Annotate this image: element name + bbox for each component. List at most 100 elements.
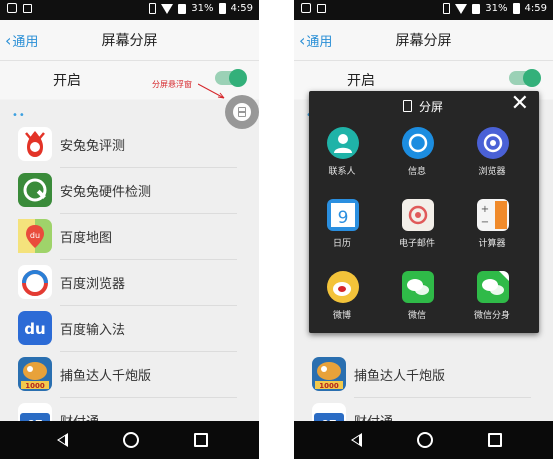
list-item-label: 捕鱼达人千炮版 <box>354 369 446 384</box>
nav-recent-icon[interactable] <box>194 433 208 447</box>
fishing-game-icon: 1000 <box>18 357 52 391</box>
baidu-browser-icon <box>18 265 52 299</box>
nav-back-icon[interactable] <box>351 433 362 447</box>
panel-app-label: 日历 <box>332 239 351 249</box>
wechat-icon <box>402 271 434 303</box>
svg-text:1000: 1000 <box>25 382 45 390</box>
status-bar: 31% 4:59 <box>0 0 259 20</box>
annotation-arrow <box>198 83 225 99</box>
panel-app-calculator[interactable]: + − 计算器 <box>462 199 522 259</box>
list-item-label: 捕鱼达人千炮版 <box>60 369 152 384</box>
calendar-icon: 9 <box>327 199 359 231</box>
clock: 4:59 <box>524 3 547 14</box>
panel-app-browser[interactable]: 浏览器 <box>462 127 522 187</box>
svg-text:9: 9 <box>338 208 349 228</box>
svg-text:1000: 1000 <box>319 382 339 390</box>
battery-percent: 31% <box>191 3 214 14</box>
panel-app-wechat-clone[interactable]: 微信分身 <box>462 271 522 331</box>
panel-app-label: 微信 <box>407 311 426 321</box>
panel-app-messages[interactable]: 信息 <box>387 127 447 187</box>
annotation-label: 分屏悬浮窗 <box>152 80 192 89</box>
signal-icon <box>178 3 187 14</box>
phone-screen-right: 31% 4:59 ‹通用 屏幕分屏 开启 •• 1000 捕鱼达人千炮版 07 … <box>294 0 553 459</box>
list-item[interactable]: du 百度地图 <box>0 214 259 260</box>
panel-app-weibo[interactable]: 微博 <box>312 271 372 331</box>
svg-text:du: du <box>24 320 45 338</box>
panel-app-calendar[interactable]: 9 日历 <box>312 199 372 259</box>
vibrate-icon <box>149 3 157 14</box>
vibrate-icon <box>443 3 451 14</box>
panel-app-label: 计算器 <box>478 239 506 249</box>
list-item[interactable]: 1000 捕鱼达人千炮版 <box>0 352 259 398</box>
list-item-label: 安兔兔评测 <box>60 139 126 154</box>
title-bar: ‹通用 屏幕分屏 <box>294 20 553 61</box>
battery-icon <box>512 3 520 14</box>
split-window-icon <box>238 107 246 117</box>
weibo-icon <box>327 271 359 303</box>
list-item-label: 百度输入法 <box>60 323 126 338</box>
panel-app-wechat[interactable]: 微信 <box>387 271 447 331</box>
page-title: 屏幕分屏 <box>395 33 452 49</box>
baidu-map-icon: du <box>18 219 52 253</box>
split-screen-float-button[interactable] <box>225 95 259 129</box>
list-item[interactable]: 百度浏览器 <box>0 260 259 306</box>
wechat-clone-icon <box>477 271 509 303</box>
nav-home-icon[interactable] <box>123 432 139 448</box>
svg-text:du: du <box>30 231 40 240</box>
phone-screen-left: 31% 4:59 ‹通用 屏幕分屏 开启 •• 安兔兔评测 安兔兔硬件检测 du… <box>0 0 259 459</box>
list-item[interactable]: 安兔兔评测 <box>0 122 259 168</box>
wifi-icon <box>455 3 468 14</box>
toggle-label: 开启 <box>347 73 375 89</box>
browser-icon <box>477 127 509 159</box>
panel-app-label: 微博 <box>332 311 351 321</box>
panel-app-email[interactable]: 电子邮件 <box>387 199 447 259</box>
list-item-label: 百度地图 <box>60 231 113 246</box>
split-window-icon <box>403 100 412 112</box>
lock-icon <box>23 4 32 13</box>
split-screen-panel: 分屏 ✕ 联系人 信息 浏览器 9 日历 电子邮件 + − 计算器 微博 微信 … <box>309 91 539 333</box>
nav-home-icon[interactable] <box>417 432 433 448</box>
email-icon <box>402 199 434 231</box>
antutu-icon <box>18 127 52 161</box>
notification-icon <box>7 3 17 13</box>
antutu-hardware-icon <box>18 173 52 207</box>
nav-recent-icon[interactable] <box>488 433 502 447</box>
battery-icon <box>218 3 226 14</box>
close-icon[interactable]: ✕ <box>511 93 529 115</box>
nav-back-icon[interactable] <box>57 433 68 447</box>
title-bar: ‹通用 屏幕分屏 <box>0 20 259 61</box>
battery-percent: 31% <box>485 3 508 14</box>
panel-app-label: 微信分身 <box>473 311 510 321</box>
signal-icon <box>472 3 481 14</box>
list-item-label: 百度浏览器 <box>60 277 126 292</box>
calculator-icon: + − <box>477 199 509 231</box>
app-list: •• 安兔兔评测 安兔兔硬件检测 du 百度地图 百度浏览器 du 百度输入法 … <box>0 100 259 437</box>
toggle-label: 开启 <box>53 73 81 89</box>
panel-title: 分屏 <box>419 100 444 114</box>
panel-app-contacts[interactable]: 联系人 <box>312 127 372 187</box>
notification-icon <box>301 3 311 13</box>
list-item-label: 安兔兔硬件检测 <box>60 185 152 200</box>
panel-app-label: 电子邮件 <box>398 239 435 249</box>
wifi-icon <box>161 3 174 14</box>
panel-app-label: 信息 <box>407 167 426 177</box>
list-item[interactable]: 安兔兔硬件检测 <box>0 168 259 214</box>
panel-app-label: 浏览器 <box>478 167 506 177</box>
navigation-bar <box>294 421 553 459</box>
panel-app-label: 联系人 <box>328 167 356 177</box>
split-screen-switch[interactable] <box>509 69 541 87</box>
list-item[interactable]: 1000 捕鱼达人千炮版 <box>294 352 553 398</box>
svg-text:−: − <box>481 217 489 228</box>
lock-icon <box>317 4 326 13</box>
fishing-game-icon: 1000 <box>312 357 346 391</box>
status-bar: 31% 4:59 <box>294 0 553 20</box>
list-item[interactable]: du 百度输入法 <box>0 306 259 352</box>
panel-header: 分屏 ✕ <box>309 91 539 121</box>
clock: 4:59 <box>230 3 253 14</box>
baidu-input-icon: du <box>18 311 52 345</box>
page-title: 屏幕分屏 <box>101 33 158 49</box>
list-indicator: •• <box>12 110 26 121</box>
contacts-icon <box>327 127 359 159</box>
navigation-bar <box>0 421 259 459</box>
svg-text:+: + <box>481 204 489 215</box>
